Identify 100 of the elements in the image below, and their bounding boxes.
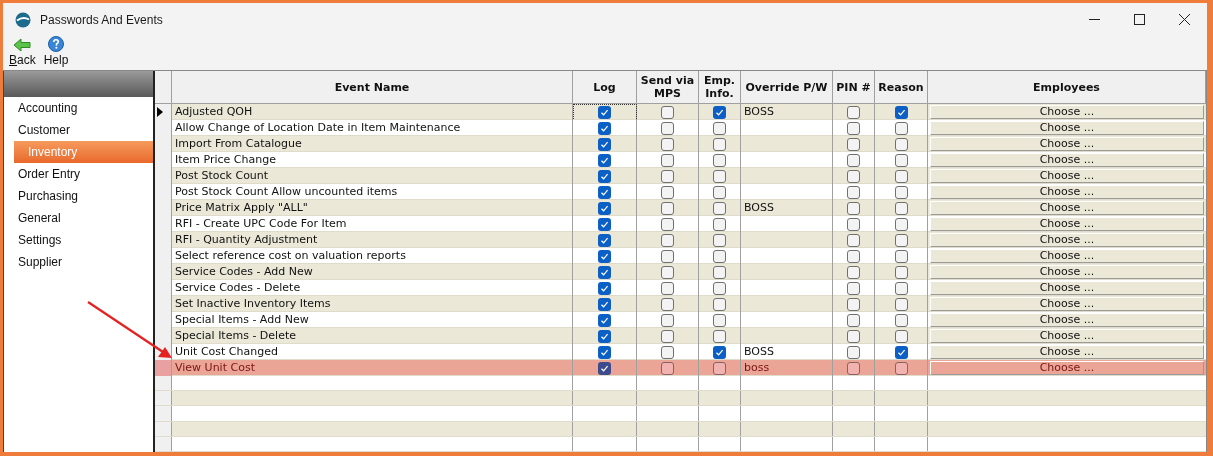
sidebar-item[interactable]: Customer bbox=[4, 119, 153, 141]
checkbox[interactable] bbox=[598, 297, 611, 311]
table-row[interactable]: Adjusted QOH BOSS Choose ... bbox=[155, 104, 1206, 120]
checkbox[interactable] bbox=[713, 329, 726, 343]
table-row[interactable]: Price Matrix Apply "ALL" BOSS Choose ... bbox=[155, 200, 1206, 216]
checkbox[interactable] bbox=[661, 313, 674, 327]
checkbox[interactable] bbox=[894, 201, 908, 215]
sidebar-item[interactable]: Purchasing bbox=[4, 185, 153, 207]
choose-button[interactable]: Choose ... bbox=[930, 233, 1204, 248]
checkbox[interactable] bbox=[598, 185, 611, 199]
choose-button[interactable]: Choose ... bbox=[930, 313, 1204, 328]
checkbox[interactable] bbox=[598, 153, 611, 167]
checkbox[interactable] bbox=[598, 249, 611, 263]
checkbox[interactable] bbox=[847, 297, 860, 311]
checkbox[interactable] bbox=[713, 361, 726, 375]
checkbox[interactable] bbox=[847, 201, 860, 215]
checkbox[interactable] bbox=[894, 361, 908, 375]
checkbox[interactable] bbox=[598, 329, 611, 343]
checkbox[interactable] bbox=[661, 105, 674, 119]
table-row[interactable]: Service Codes - Delete Choose ... bbox=[155, 280, 1206, 296]
checkbox[interactable] bbox=[713, 201, 726, 215]
checkbox[interactable] bbox=[598, 105, 611, 119]
checkbox[interactable] bbox=[661, 281, 674, 295]
checkbox[interactable] bbox=[847, 137, 860, 151]
toolbar-button[interactable]: Help bbox=[43, 36, 69, 67]
checkbox[interactable] bbox=[661, 153, 674, 167]
checkbox[interactable] bbox=[661, 249, 674, 263]
checkbox[interactable] bbox=[847, 105, 860, 119]
checkbox[interactable] bbox=[598, 345, 611, 359]
checkbox[interactable] bbox=[661, 185, 674, 199]
checkbox[interactable] bbox=[847, 153, 860, 167]
checkbox[interactable] bbox=[847, 265, 860, 279]
checkbox[interactable] bbox=[598, 233, 611, 247]
checkbox[interactable] bbox=[894, 329, 908, 343]
checkbox[interactable] bbox=[661, 345, 674, 359]
checkbox[interactable] bbox=[847, 121, 860, 135]
choose-button[interactable]: Choose ... bbox=[930, 329, 1204, 344]
checkbox[interactable] bbox=[847, 313, 860, 327]
choose-button[interactable]: Choose ... bbox=[930, 201, 1204, 216]
choose-button[interactable]: Choose ... bbox=[930, 265, 1204, 280]
choose-button[interactable]: Choose ... bbox=[930, 153, 1204, 168]
checkbox[interactable] bbox=[713, 121, 726, 135]
table-row[interactable]: Select reference cost on valuation reports Choose ... bbox=[155, 248, 1206, 264]
checkbox[interactable] bbox=[713, 137, 726, 151]
checkbox[interactable] bbox=[713, 265, 726, 279]
column-header[interactable]: Override P/W bbox=[741, 71, 833, 103]
checkbox[interactable] bbox=[598, 121, 611, 135]
checkbox[interactable] bbox=[847, 329, 860, 343]
checkbox[interactable] bbox=[847, 169, 860, 183]
checkbox[interactable] bbox=[894, 297, 908, 311]
table-row[interactable]: View Unit Cost boss Choose ... bbox=[155, 360, 1206, 376]
checkbox[interactable] bbox=[894, 281, 908, 295]
choose-button[interactable]: Choose ... bbox=[930, 121, 1204, 136]
checkbox[interactable] bbox=[894, 265, 908, 279]
table-row[interactable]: Service Codes - Add New Choose ... bbox=[155, 264, 1206, 280]
checkbox[interactable] bbox=[598, 169, 611, 183]
checkbox[interactable] bbox=[713, 297, 726, 311]
table-row[interactable]: Special Items - Delete Choose ... bbox=[155, 328, 1206, 344]
checkbox[interactable] bbox=[713, 105, 726, 119]
checkbox[interactable] bbox=[894, 345, 908, 359]
sidebar-item[interactable]: General bbox=[4, 207, 153, 229]
checkbox[interactable] bbox=[598, 313, 611, 327]
checkbox[interactable] bbox=[661, 233, 674, 247]
column-header[interactable]: Emp. Info. bbox=[699, 71, 741, 103]
table-row[interactable]: Unit Cost Changed BOSS Choose ... bbox=[155, 344, 1206, 360]
checkbox[interactable] bbox=[894, 217, 908, 231]
table-row[interactable]: Set Inactive Inventory Items Choose ... bbox=[155, 296, 1206, 312]
choose-button[interactable]: Choose ... bbox=[930, 169, 1204, 184]
column-header[interactable]: Log bbox=[573, 71, 637, 103]
table-row[interactable]: Post Stock Count Choose ... bbox=[155, 168, 1206, 184]
checkbox[interactable] bbox=[713, 249, 726, 263]
checkbox[interactable] bbox=[713, 313, 726, 327]
toolbar-button[interactable]: Back bbox=[9, 38, 36, 67]
checkbox[interactable] bbox=[598, 217, 611, 231]
checkbox[interactable] bbox=[661, 217, 674, 231]
checkbox[interactable] bbox=[598, 361, 611, 375]
checkbox[interactable] bbox=[713, 169, 726, 183]
sidebar-item[interactable]: Order Entry bbox=[4, 163, 153, 185]
checkbox[interactable] bbox=[894, 153, 908, 167]
checkbox[interactable] bbox=[894, 249, 908, 263]
checkbox[interactable] bbox=[598, 265, 611, 279]
table-row[interactable]: RFI - Create UPC Code For Item Choose ... bbox=[155, 216, 1206, 232]
checkbox[interactable] bbox=[847, 233, 860, 247]
checkbox[interactable] bbox=[661, 265, 674, 279]
table-row[interactable]: Import From Catalogue Choose ... bbox=[155, 136, 1206, 152]
checkbox[interactable] bbox=[847, 345, 860, 359]
checkbox[interactable] bbox=[661, 137, 674, 151]
checkbox[interactable] bbox=[598, 137, 611, 151]
row-header[interactable] bbox=[155, 104, 172, 121]
sidebar-item[interactable]: Supplier bbox=[4, 251, 153, 273]
checkbox[interactable] bbox=[713, 185, 726, 199]
checkbox[interactable] bbox=[894, 233, 908, 247]
column-header[interactable]: Employees bbox=[928, 71, 1206, 103]
checkbox[interactable] bbox=[713, 153, 726, 167]
checkbox[interactable] bbox=[894, 169, 908, 183]
checkbox[interactable] bbox=[847, 281, 860, 295]
choose-button[interactable]: Choose ... bbox=[930, 297, 1204, 312]
choose-button[interactable]: Choose ... bbox=[930, 249, 1204, 264]
checkbox[interactable] bbox=[661, 361, 674, 375]
table-row[interactable]: Post Stock Count Allow uncounted items Choose ... bbox=[155, 184, 1206, 200]
